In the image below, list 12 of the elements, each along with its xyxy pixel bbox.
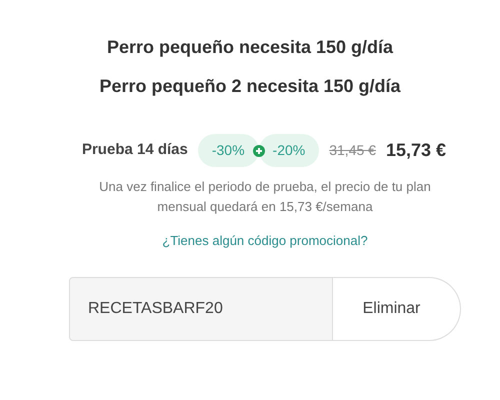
plus-icon: [252, 144, 265, 156]
portion-heading: Perro pequeño necesita 150 g/día: [106, 36, 394, 58]
trial-label: Prueba 14 días: [82, 140, 188, 160]
discount-badge: -30%: [198, 134, 259, 167]
promo-code-field[interactable]: RECETASBARF20: [69, 276, 333, 340]
remove-button[interactable]: Eliminar: [333, 276, 461, 340]
promo-code-link[interactable]: ¿Tienes algún código promocional?: [162, 231, 368, 250]
trial-note: Una vez finalice el periodo de prueba, el precio de tu plan mensual quedará en 15,73 €/semana: [98, 178, 432, 216]
price: 15,73 €: [386, 139, 446, 162]
portion-heading: Perro pequeño 2 necesita 150 g/día: [99, 75, 401, 97]
old-price: 31,45 €: [329, 141, 376, 160]
discount-badge: -20%: [258, 134, 320, 167]
